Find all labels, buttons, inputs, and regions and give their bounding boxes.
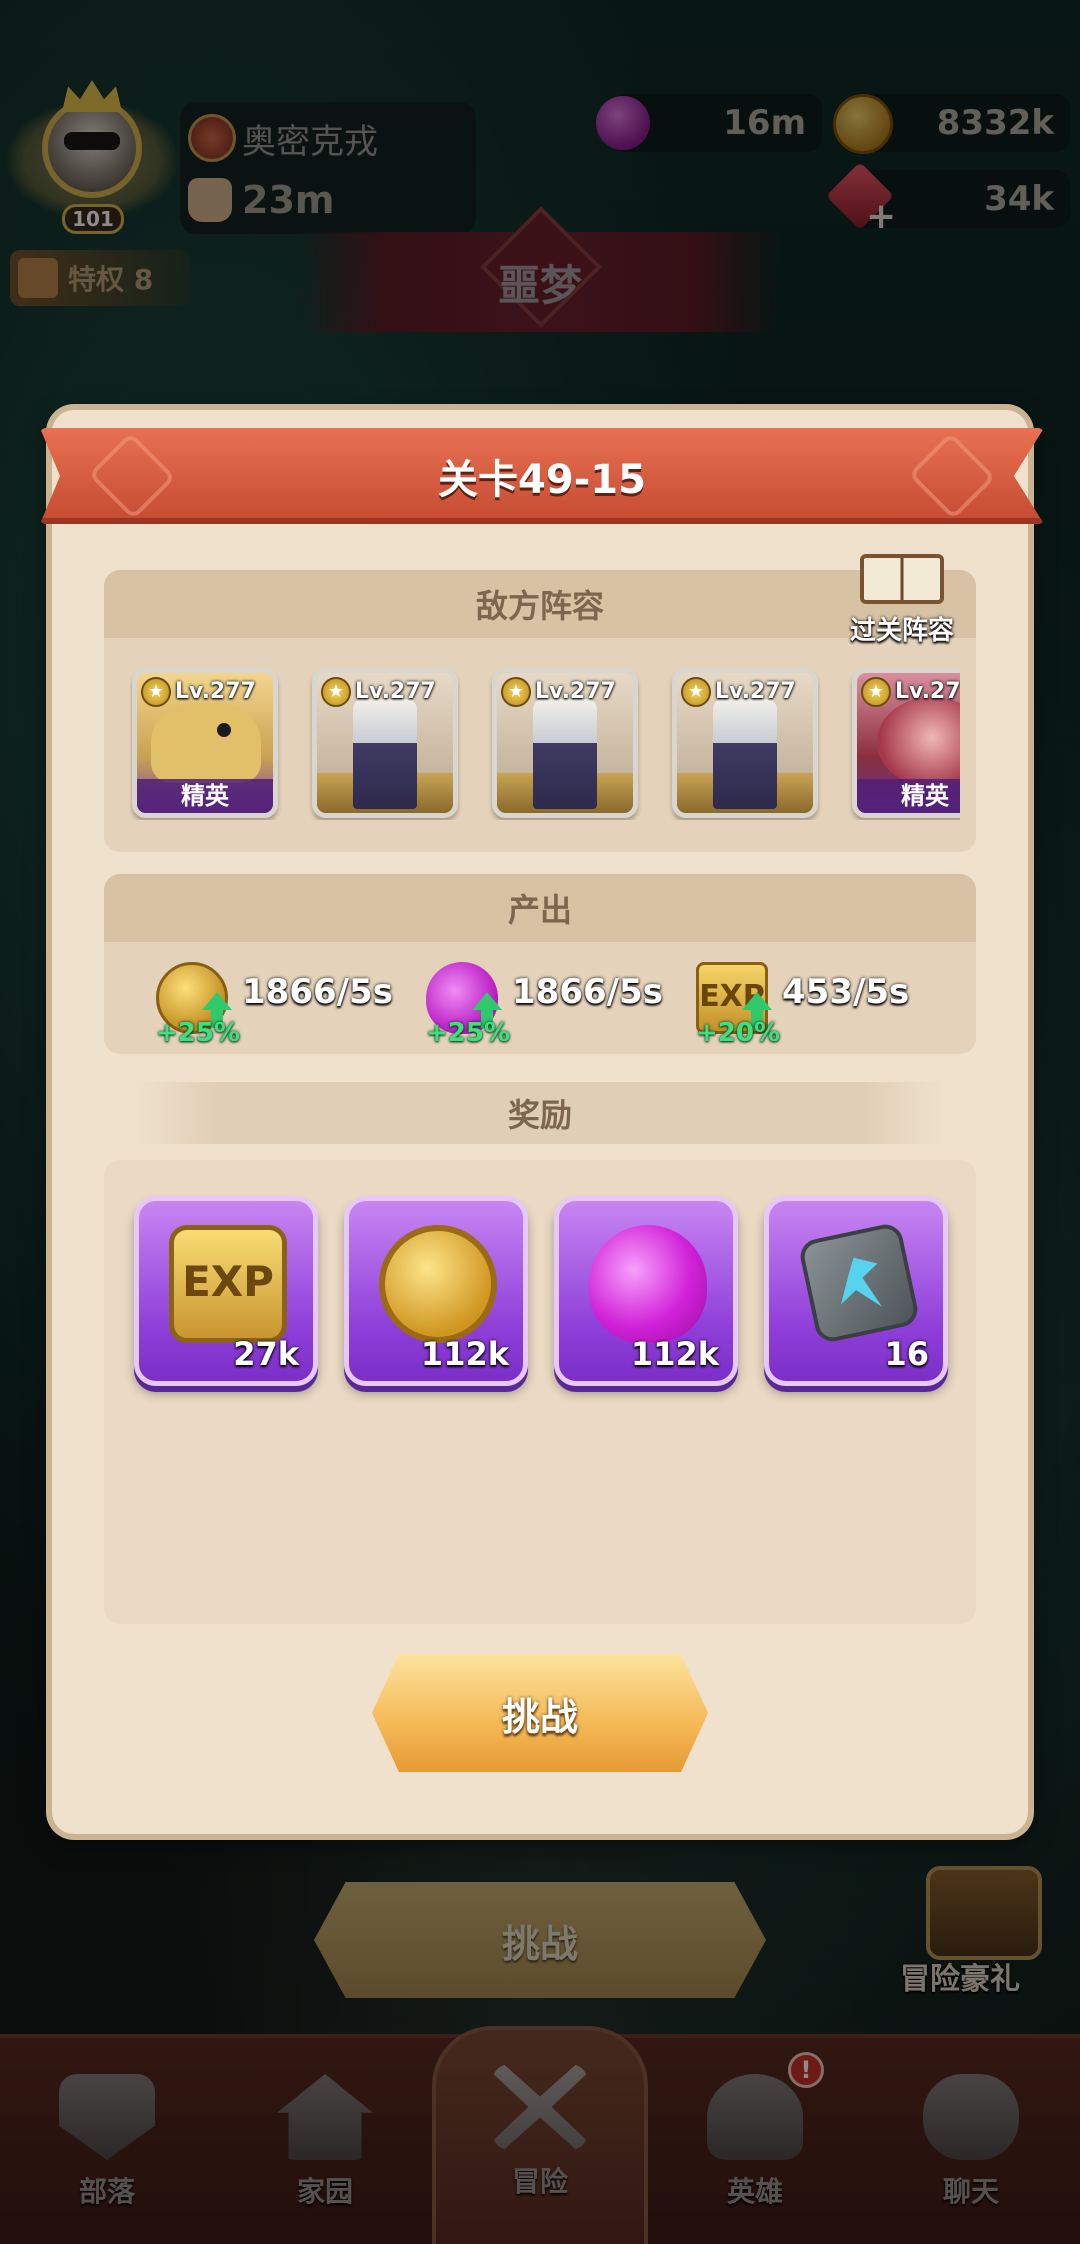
reward-section-title: 奖励 [136, 1082, 944, 1144]
enemy-card[interactable]: ★ Lv.277 [492, 668, 638, 818]
potion-icon [589, 1225, 707, 1343]
reward-item-gold[interactable]: 112k [344, 1196, 528, 1386]
knight-enemy-portrait [353, 699, 417, 809]
reward-quantity: 112k [630, 1335, 719, 1373]
enemy-level: Lv.277 [355, 679, 436, 704]
enemy-list: ★ Lv.277 精英 ★ Lv.277 ★ Lv.277 ★ Lv.277 ★… [130, 668, 960, 820]
knight-enemy-portrait [533, 699, 597, 809]
reward-item-potion[interactable]: 112k [554, 1196, 738, 1386]
output-rate: 453/5s [782, 972, 910, 1012]
exp-icon: EXP [169, 1225, 287, 1343]
challenge-button[interactable]: 挑战 [372, 1654, 708, 1772]
enemy-level: Lv.27 [895, 679, 960, 704]
gold-coin-icon [379, 1225, 497, 1343]
reward-quantity: 27k [233, 1335, 299, 1373]
elite-tag: 精英 [857, 779, 960, 813]
star-icon: ★ [501, 677, 531, 707]
star-icon: ★ [321, 677, 351, 707]
rune-stone-icon [797, 1221, 921, 1345]
star-icon: ★ [861, 677, 891, 707]
reward-quantity: 16 [884, 1335, 929, 1373]
output-bonus: +25% [156, 1018, 241, 1048]
open-book-icon [860, 554, 944, 604]
knight-enemy-portrait [713, 699, 777, 809]
modal-title-ribbon: 关卡49-15 [40, 428, 1044, 524]
output-rate: 1866/5s [512, 972, 663, 1012]
star-icon: ★ [141, 677, 171, 707]
enemy-card[interactable]: ★ Lv.277 [672, 668, 818, 818]
challenge-button-label: 挑战 [501, 1694, 578, 1739]
enemy-level: Lv.277 [535, 679, 616, 704]
clear-lineup-label: 过关阵容 [849, 616, 954, 646]
knot-ornament-left [88, 432, 176, 520]
beast-eye [217, 723, 231, 737]
output-bonus: +25% [426, 1018, 511, 1048]
reward-quantity: 112k [420, 1335, 509, 1373]
clear-lineup-button[interactable]: 过关阵容 [842, 554, 962, 654]
output-list: +25% 1866/5s +25% 1866/5s EXP +20% 453/5… [156, 962, 956, 1048]
enemy-card[interactable]: ★ Lv.27 精英 [852, 668, 960, 818]
stage-title: 关卡49-15 [438, 457, 646, 503]
enemy-card[interactable]: ★ Lv.277 [312, 668, 458, 818]
output-rate: 1866/5s [242, 972, 393, 1012]
beast-enemy-portrait [151, 703, 261, 783]
red-beast-enemy-portrait [877, 697, 960, 787]
star-icon: ★ [681, 677, 711, 707]
elite-tag: 精英 [137, 779, 273, 813]
reward-item-exp[interactable]: EXP 27k [134, 1196, 318, 1386]
output-bonus: +20% [696, 1018, 781, 1048]
enemy-level: Lv.277 [715, 679, 796, 704]
enemy-level: Lv.277 [175, 679, 256, 704]
enemy-card[interactable]: ★ Lv.277 精英 [132, 668, 278, 818]
output-section-title: 产出 [104, 874, 976, 942]
knot-ornament-right [908, 432, 996, 520]
reward-item-rune[interactable]: 16 [764, 1196, 948, 1386]
